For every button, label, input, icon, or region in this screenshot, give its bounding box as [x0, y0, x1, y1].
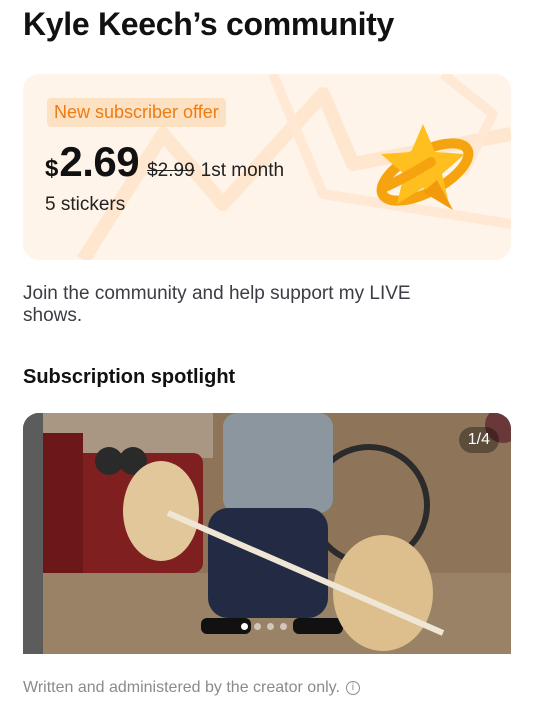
- offer-badge: New subscriber offer: [47, 98, 226, 127]
- community-description: Join the community and help support my L…: [23, 283, 411, 326]
- carousel-dot[interactable]: [254, 623, 261, 630]
- page-title: Kyle Keech’s community: [23, 6, 395, 42]
- community-page: Kyle Keech’s community New subscriber of…: [0, 0, 533, 722]
- carousel-dots: [241, 623, 287, 630]
- spotlight-heading: Subscription spotlight: [23, 366, 236, 388]
- creator-note-text: Written and administered by the creator …: [23, 679, 340, 696]
- spotlight-carousel[interactable]: 1/4: [23, 413, 511, 654]
- stickers-count: 5 stickers: [45, 194, 126, 215]
- carousel-dot[interactable]: [267, 623, 274, 630]
- creator-note: Written and administered by the creator …: [23, 679, 360, 697]
- star-ring-icon: [376, 124, 474, 210]
- original-price: $2.99: [147, 160, 195, 181]
- price-period: 1st month: [200, 160, 285, 181]
- offer-card[interactable]: New subscriber offer $ 2.69 $2.99 1st mo…: [23, 74, 511, 260]
- price-row: $ 2.69 $2.99 1st month: [45, 138, 284, 186]
- price-amount: 2.69: [59, 138, 140, 185]
- carousel-dot[interactable]: [280, 623, 287, 630]
- price-currency: $: [45, 155, 59, 182]
- info-icon[interactable]: i: [345, 681, 360, 695]
- spotlight-photo: [23, 413, 511, 654]
- carousel-dot[interactable]: [241, 623, 248, 630]
- slide-counter: 1/4: [458, 427, 499, 453]
